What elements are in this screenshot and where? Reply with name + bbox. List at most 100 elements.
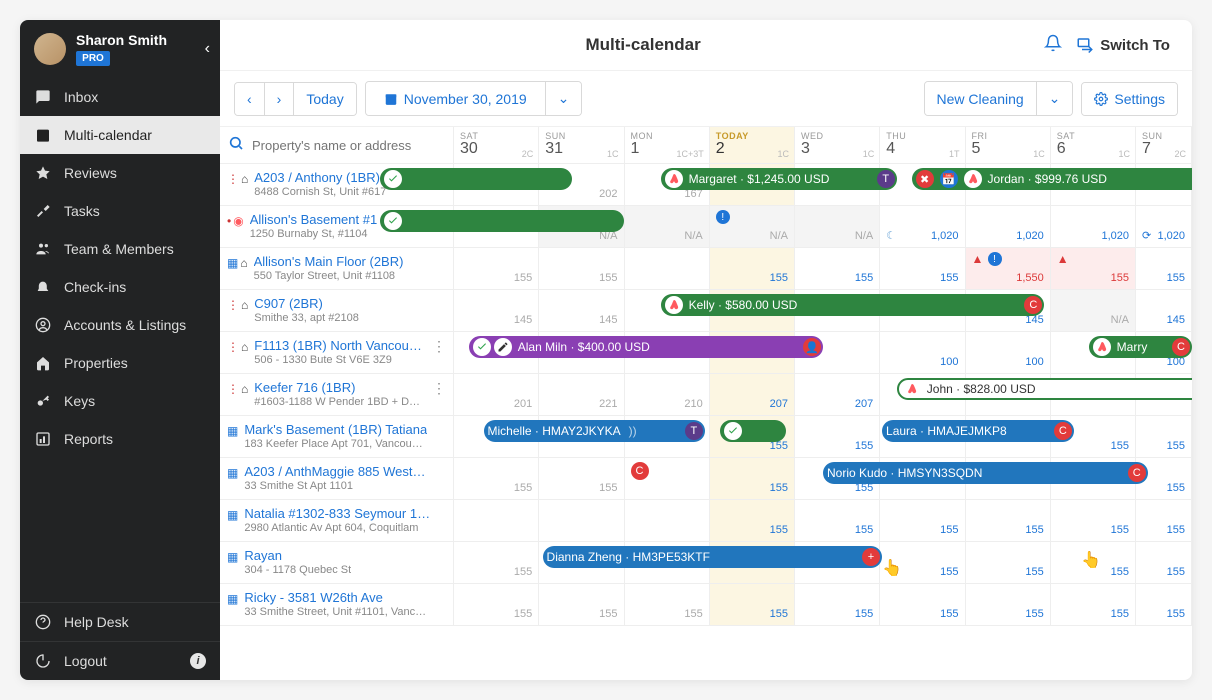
calendar-cell[interactable]: 155 (1136, 416, 1192, 458)
calendar-cell[interactable]: 155 (1136, 500, 1192, 542)
calendar-cell[interactable]: 155 (966, 500, 1051, 542)
reservation-event[interactable]: Laura · HMAJEJMKP8C (882, 420, 1074, 442)
sidebar-item-team-members[interactable]: Team & Members (20, 230, 220, 268)
calendar-cell[interactable]: 207 (795, 374, 880, 416)
reservation-event[interactable] (720, 420, 786, 442)
reservation-event[interactable] (380, 168, 572, 190)
date-dropdown-icon[interactable]: ⌄ (545, 82, 582, 115)
next-button[interactable]: › (264, 83, 294, 115)
calendar-cell[interactable]: 155 (966, 542, 1051, 584)
property-row[interactable]: ⋮⌂Keefer 716 (1BR)#1603-1188 W Pender 1B… (220, 374, 454, 416)
calendar-cell[interactable] (539, 500, 624, 542)
new-cleaning-dropdown-icon[interactable]: ⌄ (1036, 82, 1073, 115)
sidebar-item-inbox[interactable]: Inbox (20, 78, 220, 116)
sidebar-item-keys[interactable]: Keys (20, 382, 220, 420)
calendar-cell[interactable]: ▲155 (1051, 248, 1136, 290)
info-icon[interactable]: i (190, 653, 206, 669)
sidebar-item-logout[interactable]: Logouti (20, 641, 220, 680)
calendar-cell[interactable]: 1,020 (966, 206, 1051, 248)
switch-to-button[interactable]: Switch To (1076, 36, 1170, 54)
calendar-cell[interactable]: 155 (710, 500, 795, 542)
calendar-cell[interactable]: !N/A (710, 206, 795, 248)
calendar-cell[interactable]: 155 (454, 542, 539, 584)
sidebar-item-reviews[interactable]: Reviews (20, 154, 220, 192)
reservation-event[interactable]: Alan Miln · $400.00 USD👤 (469, 336, 823, 358)
calendar-cell[interactable]: 155 (454, 458, 539, 500)
sidebar-item-tasks[interactable]: Tasks (20, 192, 220, 230)
calendar-cell[interactable]: 155 (539, 584, 624, 626)
settings-group[interactable]: Settings (1081, 82, 1178, 116)
date-picker[interactable]: November 30, 2019 ⌄ (365, 81, 583, 116)
calendar-cell[interactable]: N/A (625, 206, 710, 248)
calendar-cell[interactable]: 155 (880, 500, 965, 542)
calendar-cell[interactable]: 155 (795, 584, 880, 626)
calendar-cell[interactable]: 155 (795, 416, 880, 458)
calendar-cell[interactable]: 1,020 (1051, 206, 1136, 248)
property-row[interactable]: ⋮⌂C907 (2BR)Smithe 33, apt #2108 (220, 290, 454, 332)
property-row[interactable]: ▦Ricky - 3581 W26th Ave33 Smithe Street,… (220, 584, 454, 626)
calendar-cell[interactable]: 145 (454, 290, 539, 332)
calendar-cell[interactable]: 155 (454, 248, 539, 290)
property-row[interactable]: ▦Mark's Basement (1BR) Tatiana183 Keefer… (220, 416, 454, 458)
calendar-cell[interactable]: 155 (539, 248, 624, 290)
calendar-cell[interactable]: N/A (1051, 290, 1136, 332)
search-input[interactable] (252, 138, 445, 153)
calendar-cell[interactable]: 155 (1051, 584, 1136, 626)
collapse-sidebar-icon[interactable]: ‹ (205, 40, 210, 58)
calendar-cell[interactable]: 155 (795, 248, 880, 290)
calendar-cell[interactable]: 100 (966, 332, 1051, 374)
calendar-cell[interactable]: 221 (539, 374, 624, 416)
property-row[interactable]: ▦⌂Allison's Main Floor (2BR)550 Taylor S… (220, 248, 454, 290)
new-cleaning-button[interactable]: New Cleaning (925, 82, 1036, 115)
property-row[interactable]: ▦A203 / AnthMaggie 885 West…33 Smithe St… (220, 458, 454, 500)
sidebar-item-multi-calendar[interactable]: Multi-calendar (20, 116, 220, 154)
reservation-event[interactable]: Margaret · $1,245.00 USDT (661, 168, 897, 190)
calendar-cell[interactable]: ▲!1,550 (966, 248, 1051, 290)
calendar-cell[interactable]: C (625, 458, 710, 500)
sidebar-item-help-desk[interactable]: Help Desk (20, 602, 220, 641)
calendar-cell[interactable]: 155 (880, 248, 965, 290)
calendar-cell[interactable] (454, 500, 539, 542)
calendar-cell[interactable]: N/A (795, 206, 880, 248)
reservation-event[interactable]: MarryC (1089, 336, 1192, 358)
calendar-cell[interactable]: 155 (1136, 584, 1192, 626)
notifications-icon[interactable] (1044, 34, 1062, 56)
reservation-event[interactable]: Norio Kudo · HMSYN3SQDNC (823, 462, 1148, 484)
calendar-cell[interactable]: 155 (1051, 542, 1136, 584)
sidebar-item-reports[interactable]: Reports (20, 420, 220, 458)
calendar-cell[interactable]: 155 (1136, 542, 1192, 584)
calendar-cell[interactable]: 155 (625, 584, 710, 626)
reservation-event[interactable]: ✖📅Jordan · $999.76 USD (912, 168, 1192, 190)
property-row[interactable]: ▦Rayan304 - 1178 Quebec St (220, 542, 454, 584)
calendar-cell[interactable]: 155 (1136, 248, 1192, 290)
calendar-cell[interactable]: 155 (454, 584, 539, 626)
today-button[interactable]: Today (293, 83, 355, 115)
calendar-cell[interactable]: 155 (710, 248, 795, 290)
calendar-cell[interactable] (625, 248, 710, 290)
property-row[interactable]: ⋮⌂F1113 (1BR) North Vancouver506 - 1330 … (220, 332, 454, 374)
calendar-cell[interactable]: 155 (1051, 500, 1136, 542)
calendar-cell[interactable]: 155 (795, 500, 880, 542)
calendar-cell[interactable]: 100 (880, 332, 965, 374)
calendar-cell[interactable] (625, 500, 710, 542)
calendar-cell[interactable]: 155 (539, 458, 624, 500)
calendar-cell[interactable]: 155 (710, 458, 795, 500)
reservation-event[interactable]: John · $828.00 USD (897, 378, 1192, 400)
property-menu-icon[interactable]: ⋮ (432, 380, 446, 397)
calendar-cell[interactable]: 210 (625, 374, 710, 416)
prev-button[interactable]: ‹ (235, 83, 264, 115)
calendar-cell[interactable]: 207 (710, 374, 795, 416)
calendar-cell[interactable]: 145 (1136, 290, 1192, 332)
property-row[interactable]: ▦Natalia #1302-833 Seymour 1…2980 Atlant… (220, 500, 454, 542)
reservation-event[interactable]: Dianna Zheng · HM3PE53KTF+ (543, 546, 882, 568)
property-menu-icon[interactable]: ⋮ (432, 338, 446, 355)
reservation-event[interactable]: Kelly · $580.00 USDC (661, 294, 1045, 316)
calendar-cell[interactable]: 201 (454, 374, 539, 416)
calendar-cell[interactable]: 155 (966, 584, 1051, 626)
reservation-event[interactable]: Michelle · HMAY2JKYKA))T (484, 420, 705, 442)
calendar-cell[interactable]: 145 (539, 290, 624, 332)
calendar-cell[interactable]: 155 (880, 584, 965, 626)
reservation-event[interactable] (380, 210, 624, 232)
calendar-cell[interactable]: ⟳1,020 (1136, 206, 1192, 248)
calendar-cell[interactable]: ☾1,020 (880, 206, 965, 248)
